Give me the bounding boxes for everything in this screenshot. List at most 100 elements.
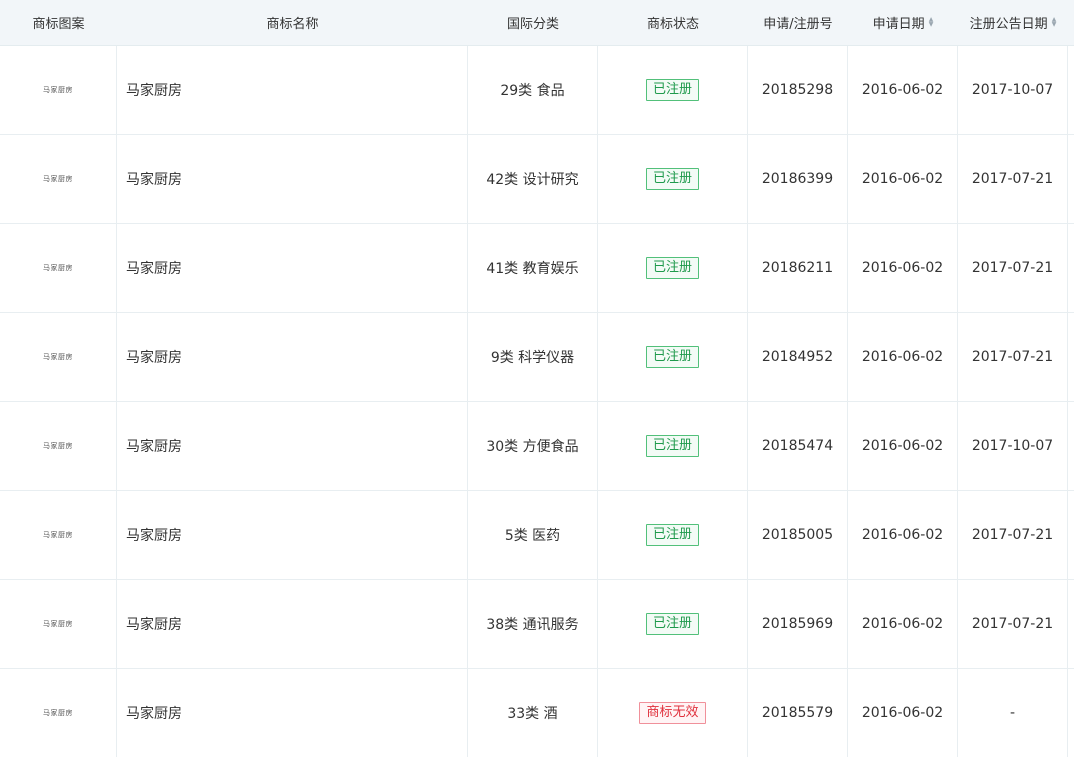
apply-date-cell: 2016-06-02 bbox=[848, 491, 958, 579]
apply-date: 2016-06-02 bbox=[861, 438, 944, 454]
status-badge: 已注册 bbox=[645, 168, 699, 190]
trademark-logo[interactable]: 马家厨房 bbox=[0, 224, 117, 312]
reg-no-cell: 20186211 bbox=[748, 224, 848, 312]
trademark-name: 马家厨房 bbox=[126, 617, 182, 633]
announce-date: 2017-07-21 bbox=[971, 616, 1054, 632]
announce-date-cell: 2017-07-21 bbox=[958, 313, 1068, 401]
status-cell: 已注册 bbox=[598, 46, 748, 134]
announce-date-cell: 2017-10-07 bbox=[958, 402, 1068, 490]
trademark-logo[interactable]: 马家厨房 bbox=[0, 669, 117, 757]
apply-date-cell: 2016-06-02 bbox=[848, 313, 958, 401]
row-spacer bbox=[1068, 580, 1074, 668]
row-spacer bbox=[1068, 313, 1074, 401]
table-row[interactable]: 马家厨房 马家厨房 29类 食品 已注册 20185298 2016-06-02 2017-… bbox=[0, 46, 1074, 135]
apply-date-cell: 2016-06-02 bbox=[848, 135, 958, 223]
trademark-logo-text: 马家厨房 bbox=[43, 531, 73, 539]
sort-caret-icon[interactable]: ▲ ▼ bbox=[929, 16, 934, 28]
apply-date: 2016-06-02 bbox=[861, 82, 944, 98]
announce-date-cell: 2017-10-07 bbox=[958, 46, 1068, 134]
reg-no-cell: 20185005 bbox=[748, 491, 848, 579]
announce-date-cell: - bbox=[958, 669, 1068, 757]
apply-date: 2016-06-02 bbox=[861, 349, 944, 365]
header-announce-date-label: 注册公告日期 bbox=[969, 17, 1048, 32]
row-spacer bbox=[1068, 224, 1074, 312]
trademark-name-cell[interactable]: 马家厨房 bbox=[117, 224, 468, 312]
header-name: 商标名称 bbox=[266, 17, 319, 32]
table-row[interactable]: 马家厨房 马家厨房 38类 通讯服务 已注册 20185969 2016-06-02 201… bbox=[0, 580, 1074, 669]
status-badge: 已注册 bbox=[645, 524, 699, 546]
status-cell: 商标无效 bbox=[598, 669, 748, 757]
trademark-name-cell[interactable]: 马家厨房 bbox=[117, 402, 468, 490]
trademark-name-cell[interactable]: 马家厨房 bbox=[117, 313, 468, 401]
table-row[interactable]: 马家厨房 马家厨房 5类 医药 已注册 20185005 2016-06-02 2017-0… bbox=[0, 491, 1074, 580]
table-row[interactable]: 马家厨房 马家厨房 41类 教育娱乐 已注册 20186211 2016-06-02 201… bbox=[0, 224, 1074, 313]
class-cell: 41类 教育娱乐 bbox=[468, 224, 598, 312]
header-announce-date-sortable[interactable]: 注册公告日期 ▲ ▼ bbox=[958, 0, 1068, 45]
trademark-logo-text: 马家厨房 bbox=[43, 353, 73, 361]
table-header: 商标图案 商标名称 国际分类 商标状态 申请/注册号 申请日期 ▲ ▼ 注册公告日… bbox=[0, 0, 1074, 46]
header-logo: 商标图案 bbox=[32, 17, 85, 32]
table-row[interactable]: 马家厨房 马家厨房 33类 酒 商标无效 20185579 2016-06-02 - bbox=[0, 669, 1074, 757]
announce-date: 2017-07-21 bbox=[971, 527, 1054, 543]
class-cell: 33类 酒 bbox=[468, 669, 598, 757]
registration-number: 20185005 bbox=[761, 527, 834, 543]
trademark-logo[interactable]: 马家厨房 bbox=[0, 46, 117, 134]
class-cell: 42类 设计研究 bbox=[468, 135, 598, 223]
trademark-name: 马家厨房 bbox=[126, 83, 182, 99]
trademark-logo-text: 马家厨房 bbox=[43, 86, 73, 94]
announce-date: 2017-07-21 bbox=[971, 171, 1054, 187]
registration-number: 20184952 bbox=[761, 349, 834, 365]
trademark-logo[interactable]: 马家厨房 bbox=[0, 491, 117, 579]
row-spacer bbox=[1068, 491, 1074, 579]
reg-no-cell: 20185474 bbox=[748, 402, 848, 490]
trademark-name-cell[interactable]: 马家厨房 bbox=[117, 135, 468, 223]
header-apply-date-sortable[interactable]: 申请日期 ▲ ▼ bbox=[848, 0, 958, 45]
announce-date-cell: 2017-07-21 bbox=[958, 491, 1068, 579]
registration-number: 20186211 bbox=[761, 260, 834, 276]
trademark-name-cell[interactable]: 马家厨房 bbox=[117, 491, 468, 579]
table-row[interactable]: 马家厨房 马家厨房 42类 设计研究 已注册 20186399 2016-06-02 201… bbox=[0, 135, 1074, 224]
status-badge: 已注册 bbox=[645, 79, 699, 101]
international-class: 5类 医药 bbox=[504, 528, 561, 544]
trademark-logo-text: 马家厨房 bbox=[43, 442, 73, 450]
header-status: 商标状态 bbox=[646, 17, 699, 32]
class-cell: 38类 通讯服务 bbox=[468, 580, 598, 668]
reg-no-cell: 20186399 bbox=[748, 135, 848, 223]
trademark-logo[interactable]: 马家厨房 bbox=[0, 580, 117, 668]
apply-date-cell: 2016-06-02 bbox=[848, 669, 958, 757]
apply-date: 2016-06-02 bbox=[861, 616, 944, 632]
registration-number: 20185579 bbox=[761, 705, 834, 721]
sort-caret-icon[interactable]: ▲ ▼ bbox=[1052, 16, 1057, 28]
announce-date: 2017-10-07 bbox=[971, 82, 1054, 98]
apply-date: 2016-06-02 bbox=[861, 171, 944, 187]
trademark-name-cell[interactable]: 马家厨房 bbox=[117, 669, 468, 757]
trademark-name: 马家厨房 bbox=[126, 172, 182, 188]
announce-date: 2017-07-21 bbox=[971, 260, 1054, 276]
table-row[interactable]: 马家厨房 马家厨房 30类 方便食品 已注册 20185474 2016-06-02 201… bbox=[0, 402, 1074, 491]
international-class: 9类 科学仪器 bbox=[490, 350, 575, 366]
class-cell: 9类 科学仪器 bbox=[468, 313, 598, 401]
announce-date: - bbox=[1009, 705, 1016, 721]
status-badge: 已注册 bbox=[645, 613, 699, 635]
trademark-logo[interactable]: 马家厨房 bbox=[0, 402, 117, 490]
trademark-name: 马家厨房 bbox=[126, 261, 182, 277]
table-row[interactable]: 马家厨房 马家厨房 9类 科学仪器 已注册 20184952 2016-06-02 2017… bbox=[0, 313, 1074, 402]
trademark-logo-text: 马家厨房 bbox=[43, 620, 73, 628]
row-spacer bbox=[1068, 402, 1074, 490]
trademark-name: 马家厨房 bbox=[126, 350, 182, 366]
trademark-name: 马家厨房 bbox=[126, 706, 182, 722]
class-cell: 5类 医药 bbox=[468, 491, 598, 579]
status-cell: 已注册 bbox=[598, 135, 748, 223]
trademark-logo-text: 马家厨房 bbox=[43, 709, 73, 717]
announce-date-cell: 2017-07-21 bbox=[958, 135, 1068, 223]
class-cell: 29类 食品 bbox=[468, 46, 598, 134]
trademark-logo[interactable]: 马家厨房 bbox=[0, 135, 117, 223]
trademark-name-cell[interactable]: 马家厨房 bbox=[117, 46, 468, 134]
apply-date-cell: 2016-06-02 bbox=[848, 46, 958, 134]
apply-date-cell: 2016-06-02 bbox=[848, 402, 958, 490]
apply-date-cell: 2016-06-02 bbox=[848, 580, 958, 668]
trademark-logo[interactable]: 马家厨房 bbox=[0, 313, 117, 401]
trademark-name-cell[interactable]: 马家厨房 bbox=[117, 580, 468, 668]
international-class: 41类 教育娱乐 bbox=[486, 261, 579, 277]
trademark-logo-text: 马家厨房 bbox=[43, 175, 73, 183]
